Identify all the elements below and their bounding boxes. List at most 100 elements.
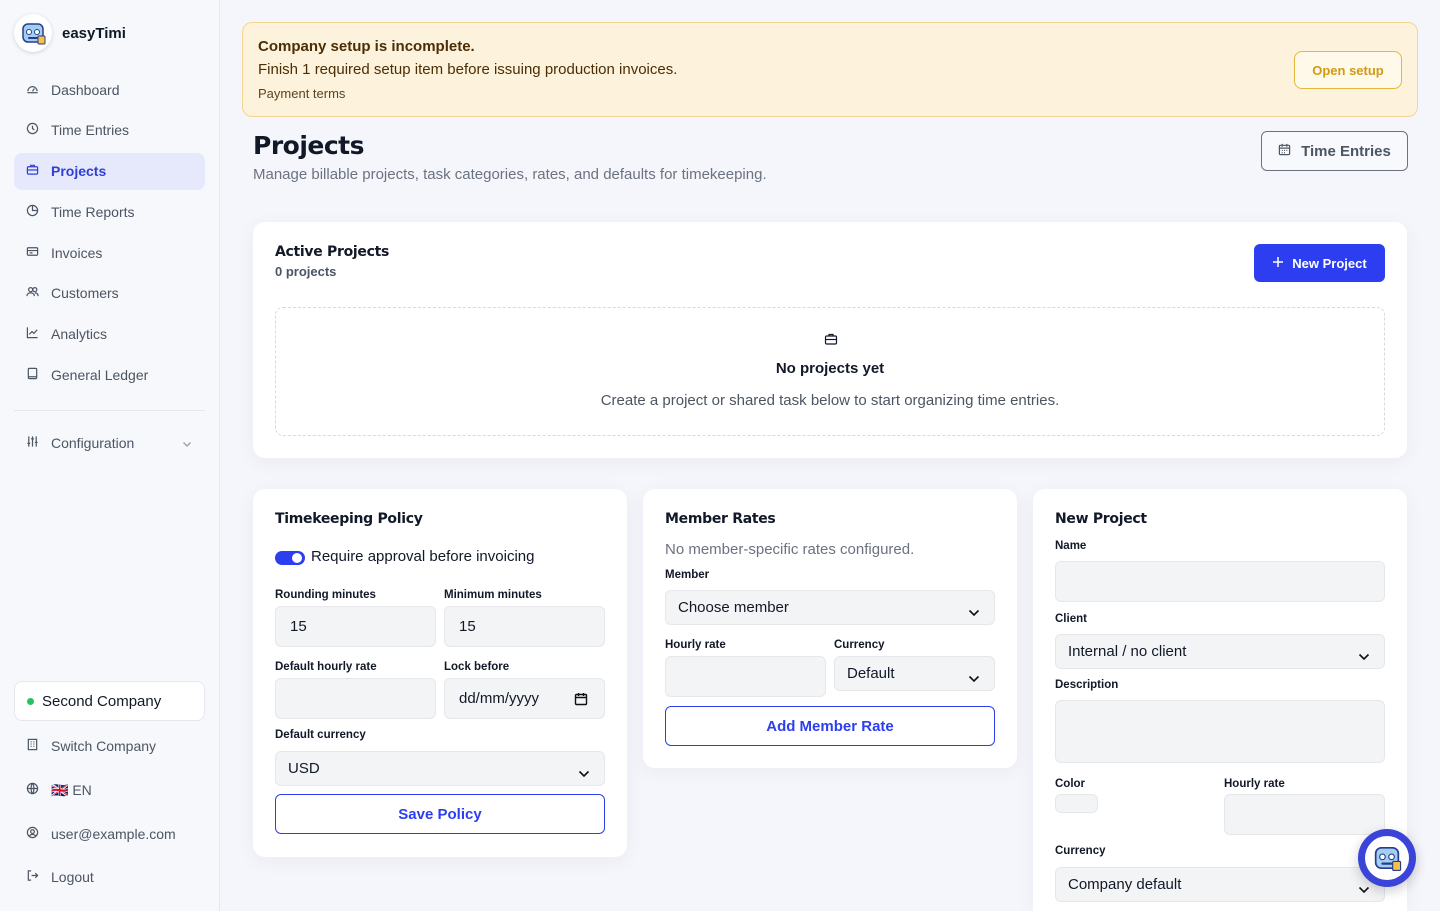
description-textarea[interactable] [1055,700,1385,763]
member-rates-card: Member Rates No member-specific rates co… [643,489,1017,768]
member-currency-select[interactable]: Default [834,656,995,691]
default-currency-label: Default currency [275,729,366,741]
chevron-down-icon [968,670,980,687]
app-name: easyTimi [62,24,126,42]
default-hourly-label: Default hourly rate [275,661,377,673]
sliders-icon [26,435,39,451]
briefcase-icon [26,163,39,179]
sidebar-item-label: Customers [51,285,119,302]
assistant-robot-icon [1365,836,1409,880]
client-label: Client [1055,613,1087,625]
member-hourly-rate-input[interactable] [665,656,826,697]
sidebar-item-label: Time Reports [51,203,135,220]
setup-warning-banner: Company setup is incomplete. Finish 1 re… [242,22,1418,117]
banner-text: Finish 1 required setup item before issu… [258,61,678,78]
add-member-rate-button[interactable]: Add Member Rate [665,706,995,746]
save-policy-button[interactable]: Save Policy [275,794,605,834]
sidebar-item-analytics[interactable]: Analytics [14,316,205,353]
clock-icon [26,122,39,138]
rounding-label: Rounding minutes [275,589,376,601]
timekeeping-policy-card: Timekeeping Policy Require approval befo… [253,489,627,857]
sidebar-item-customers[interactable]: Customers [14,275,205,312]
current-company[interactable]: Second Company [14,681,205,721]
briefcase-icon [824,332,838,351]
open-setup-button[interactable]: Open setup [1294,51,1402,89]
lock-before-label: Lock before [444,661,510,673]
date-placeholder: dd/mm/yyyy [459,690,540,707]
project-currency-select[interactable]: Company default [1055,867,1385,902]
member-label: Member [665,569,710,581]
empty-state: No projects yet Create a project or shar… [275,307,1385,436]
switch-company-label: Switch Company [51,738,157,754]
logout-icon [26,869,39,885]
switch-company-button[interactable]: Switch Company [14,731,205,761]
sidebar-item-projects[interactable]: Projects [14,152,205,190]
new-project-button[interactable]: New Project [1254,244,1385,282]
sidebar-item-label: Invoices [51,244,103,261]
active-projects-card: Active Projects 0 projects New Project N… [253,222,1407,458]
approval-toggle[interactable] [275,551,305,565]
lock-before-date-input[interactable]: dd/mm/yyyy [444,678,605,719]
new-project-button-label: New Project [1292,255,1367,271]
sidebar-item-dashboard[interactable]: Dashboard [14,71,205,108]
user-email: user@example.com [51,826,176,842]
banner-missing-item: Payment terms [258,86,346,101]
sidebar-item-time-entries[interactable]: Time Entries [14,112,205,149]
policy-title: Timekeeping Policy [275,511,423,527]
page-title: Projects [253,131,365,160]
default-currency-select[interactable]: USD [275,751,605,786]
users-icon [26,285,39,301]
member-select[interactable]: Choose member [665,590,995,625]
color-label: Color [1055,778,1086,790]
empty-state-title: No projects yet [775,360,885,377]
sidebar-divider [14,410,205,411]
new-project-title: New Project [1055,511,1147,527]
sidebar-nav: Dashboard Time Entries Projects Time Rep… [14,71,205,397]
project-hourly-label: Hourly rate [1224,778,1285,790]
configuration-label: Configuration [51,435,135,451]
minimum-label: Minimum minutes [444,589,542,601]
assistant-chat-button[interactable] [1358,829,1416,887]
project-currency-value: Company default [1068,876,1182,893]
logout-label: Logout [51,869,94,885]
project-count: 0 projects [275,264,337,279]
brand[interactable]: easyTimi [14,14,126,52]
sidebar-item-label: General Ledger [51,367,149,384]
logout-button[interactable]: Logout [14,862,205,892]
description-label: Description [1055,679,1119,691]
sidebar: easyTimi Dashboard Time Entries Projects… [0,0,220,911]
sidebar-item-configuration[interactable]: Configuration [14,425,205,461]
language-selector[interactable]: 🇬🇧 EN [14,775,205,805]
default-hourly-rate-input[interactable] [275,678,436,719]
book-icon [26,367,39,383]
name-label: Name [1055,540,1087,552]
sidebar-item-time-reports[interactable]: Time Reports [14,193,205,230]
member-hourly-label: Hourly rate [665,639,726,651]
member-select-value: Choose member [678,599,789,616]
sidebar-item-invoices[interactable]: Invoices [14,234,205,271]
app-logo-icon [14,14,52,52]
project-name-input[interactable] [1055,561,1385,602]
project-hourly-rate-input[interactable] [1224,794,1385,835]
sidebar-item-general-ledger[interactable]: General Ledger [14,357,205,394]
time-entries-button-label: Time Entries [1301,142,1391,160]
chevron-down-icon [181,437,193,453]
empty-state-text: Create a project or shared task below to… [600,392,1060,409]
default-currency-value: USD [288,760,320,777]
time-entries-button[interactable]: Time Entries [1261,131,1408,171]
project-currency-label: Currency [1055,845,1106,857]
member-currency-label: Currency [834,639,885,651]
minimum-minutes-input[interactable]: 15 [444,606,605,647]
color-picker[interactable] [1055,794,1098,813]
chevron-down-icon [578,765,590,782]
chevron-down-icon [1358,881,1370,898]
building-icon [26,738,39,754]
page-subtitle: Manage billable projects, task categorie… [253,166,767,183]
rounding-minutes-input[interactable]: 15 [275,606,436,647]
chevron-down-icon [968,604,980,621]
user-icon [26,826,39,842]
client-select[interactable]: Internal / no client [1055,634,1385,669]
banner-title: Company setup is incomplete. [258,38,475,55]
approval-toggle-label: Require approval before invoicing [311,548,535,565]
user-account[interactable]: user@example.com [14,819,205,849]
